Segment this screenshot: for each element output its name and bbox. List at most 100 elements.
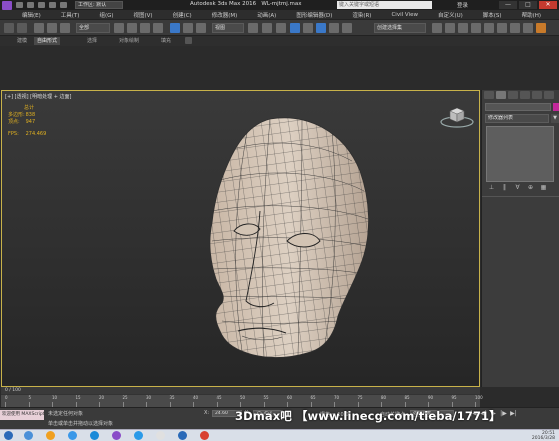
select-by-name-icon[interactable] xyxy=(127,23,137,33)
menu-item[interactable]: 视图(V) xyxy=(134,11,153,19)
tab-modeling[interactable]: 建模 xyxy=(14,37,30,45)
menu-item[interactable]: 动画(A) xyxy=(257,11,276,19)
scale-icon[interactable] xyxy=(196,23,206,33)
ribbon-minimize-icon[interactable] xyxy=(185,37,192,44)
media-player-icon[interactable] xyxy=(68,431,77,440)
time-slider[interactable]: 0 / 100 xyxy=(1,387,480,394)
system-clock[interactable]: 20:51 2016/3/28 xyxy=(532,431,555,441)
rotate-icon[interactable] xyxy=(183,23,193,33)
redo-icon[interactable] xyxy=(60,2,67,8)
sign-in-link[interactable]: 登录 xyxy=(457,1,468,9)
menu-item[interactable]: 组(G) xyxy=(99,11,113,19)
pivot-center-icon[interactable] xyxy=(248,23,258,33)
hierarchy-tab-icon[interactable] xyxy=(508,91,518,99)
object-name-field[interactable] xyxy=(485,103,551,111)
named-selection-dropdown[interactable]: 创建选择集 xyxy=(374,23,426,33)
angle-snap-icon[interactable] xyxy=(303,23,313,33)
app-title: Autodesk 3ds Max 2016 WL-mjtmj.max xyxy=(190,1,301,7)
utilities-tab-icon[interactable] xyxy=(544,91,554,99)
remove-modifier-icon[interactable]: ⊕ xyxy=(527,184,534,191)
maximize-button[interactable]: □ xyxy=(519,1,537,9)
ie-browser-icon[interactable] xyxy=(24,431,33,440)
selection-filter-dropdown[interactable]: 全部 xyxy=(76,23,110,33)
workspace-dropdown[interactable]: 工作区: 默认 xyxy=(75,1,123,9)
new-file-icon[interactable] xyxy=(16,2,23,8)
rendered-frame-icon[interactable] xyxy=(523,23,533,33)
layer-manager-icon[interactable] xyxy=(458,23,468,33)
modifier-stack[interactable] xyxy=(486,126,554,182)
qq-icon[interactable] xyxy=(134,431,143,440)
schematic-view-icon[interactable] xyxy=(484,23,494,33)
unlink-icon[interactable] xyxy=(47,23,57,33)
tab-populate[interactable]: 填充 xyxy=(158,37,174,45)
undo-icon[interactable] xyxy=(49,2,56,8)
save-file-icon[interactable] xyxy=(38,2,45,8)
object-color-swatch[interactable] xyxy=(553,103,559,111)
menu-item[interactable]: 修改器(M) xyxy=(212,11,238,19)
track-bar[interactable]: 0 5 10 15 20 25 30 35 40 45 50 55 60 65 70 75 80 85 90 95 10… xyxy=(1,394,483,407)
bind-space-warp-icon[interactable] xyxy=(60,23,70,33)
next-frame-icon[interactable]: |▶ xyxy=(500,410,507,417)
chrome-icon[interactable] xyxy=(156,431,165,440)
app-logo-icon[interactable] xyxy=(2,0,12,10)
menu-item[interactable]: Civil View xyxy=(391,12,417,18)
tab-freeform[interactable]: 自由形式 xyxy=(34,37,61,45)
render-setup-icon[interactable] xyxy=(510,23,520,33)
tab-object-paint[interactable]: 对象绘制 xyxy=(116,37,142,45)
word-icon[interactable] xyxy=(178,431,187,440)
modifier-list-dropdown[interactable]: 修改器列表 xyxy=(485,114,549,123)
kuaibo-icon[interactable] xyxy=(90,431,99,440)
head-mesh[interactable] xyxy=(2,91,480,387)
menu-item[interactable]: 创建(C) xyxy=(173,11,192,19)
render-icon[interactable] xyxy=(536,23,546,33)
select-manipulate-icon[interactable] xyxy=(262,23,272,33)
go-to-end-icon[interactable]: ▶| xyxy=(510,410,517,417)
configure-sets-icon[interactable]: ▦ xyxy=(540,184,547,191)
app-icon[interactable] xyxy=(200,431,209,440)
show-end-result-icon[interactable]: ‖ xyxy=(501,184,508,191)
menu-item[interactable]: 图形编辑器(D) xyxy=(296,11,332,19)
material-editor-icon[interactable] xyxy=(497,23,507,33)
link-icon[interactable] xyxy=(34,23,44,33)
close-button[interactable]: ✕ xyxy=(539,1,557,9)
undo-button[interactable] xyxy=(4,23,14,33)
curve-editor-icon[interactable] xyxy=(471,23,481,33)
mirror-icon[interactable] xyxy=(432,23,442,33)
selection-status: 未选定任何对象 xyxy=(48,411,84,417)
maxscript-listener[interactable]: 欢迎使用 MAXScript xyxy=(0,410,44,420)
start-button-icon[interactable] xyxy=(4,431,13,440)
ref-coord-dropdown[interactable]: 视图 xyxy=(212,23,244,33)
rect-selection-icon[interactable] xyxy=(140,23,150,33)
file-explorer-icon[interactable] xyxy=(46,431,55,440)
window-crossing-icon[interactable] xyxy=(153,23,163,33)
chevron-down-icon[interactable]: ▼ xyxy=(551,114,559,123)
3dsmax-taskbar-icon[interactable] xyxy=(112,431,121,440)
create-tab-icon[interactable] xyxy=(484,91,494,99)
modify-tab-icon[interactable] xyxy=(496,91,506,99)
snap-toggle-icon[interactable] xyxy=(290,23,300,33)
tab-selection[interactable]: 选择 xyxy=(84,37,100,45)
minimize-button[interactable]: — xyxy=(499,1,517,9)
move-icon[interactable] xyxy=(170,23,180,33)
display-tab-icon[interactable] xyxy=(532,91,542,99)
percent-snap-icon[interactable] xyxy=(316,23,326,33)
pin-stack-icon[interactable]: ⊥ xyxy=(488,184,495,191)
redo-button[interactable] xyxy=(17,23,27,33)
open-file-icon[interactable] xyxy=(27,2,34,8)
perspective-viewport[interactable]: [+] [透视] [明暗处理 + 边面] 总计 多边形: 838 顶点: 947… xyxy=(1,90,480,387)
timeline-tick-label: 35 xyxy=(169,395,175,400)
menu-item[interactable]: 脚本(S) xyxy=(483,11,502,19)
select-object-icon[interactable] xyxy=(114,23,124,33)
menu-item[interactable]: 工具(T) xyxy=(61,11,80,19)
menu-item[interactable]: 自定义(U) xyxy=(438,11,463,19)
edit-named-sel-icon[interactable] xyxy=(342,23,352,33)
search-input[interactable]: 键入关键字或短语 xyxy=(337,1,432,9)
menu-item[interactable]: 渲染(R) xyxy=(352,11,371,19)
motion-tab-icon[interactable] xyxy=(520,91,530,99)
spinner-snap-icon[interactable] xyxy=(329,23,339,33)
align-icon[interactable] xyxy=(445,23,455,33)
keyboard-shortcut-icon[interactable] xyxy=(276,23,286,33)
menu-item[interactable]: 帮助(H) xyxy=(522,11,541,19)
make-unique-icon[interactable]: ∀ xyxy=(514,184,521,191)
menu-item[interactable]: 编辑(E) xyxy=(22,11,41,19)
